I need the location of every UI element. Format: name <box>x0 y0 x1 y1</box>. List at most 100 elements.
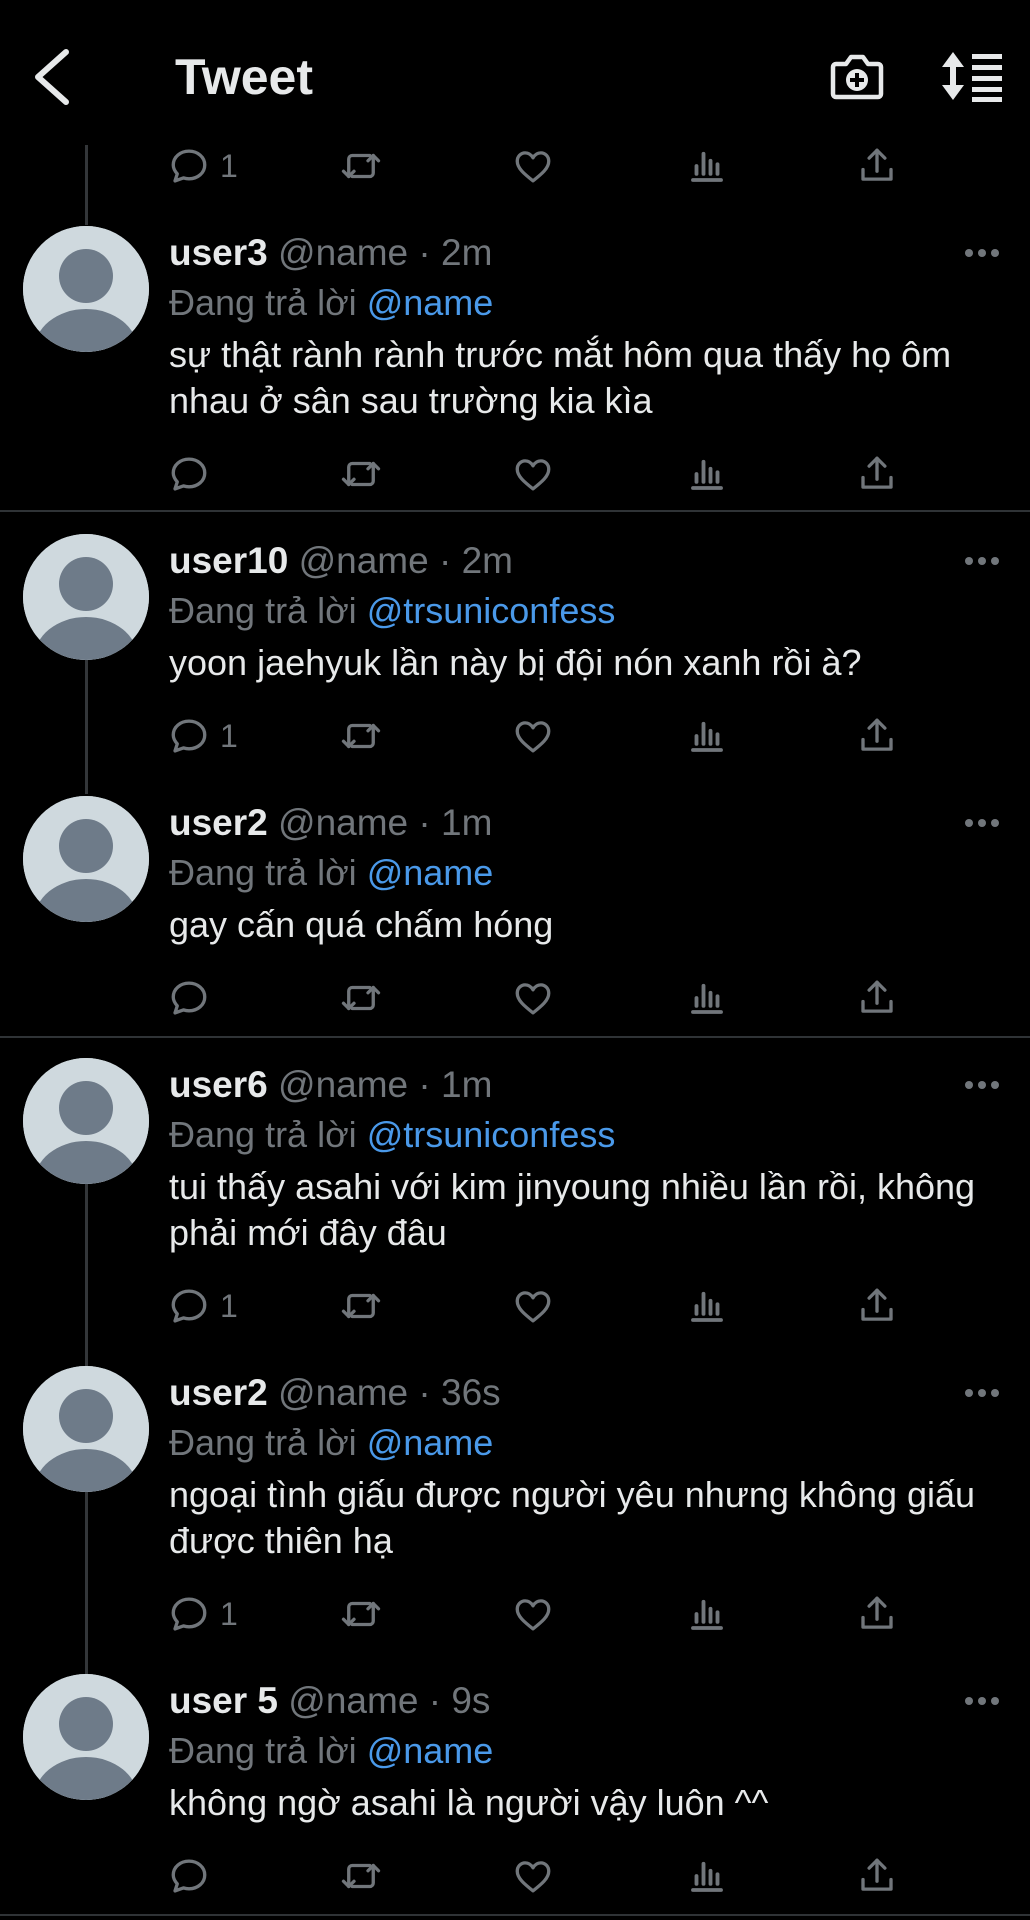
replying-to-label: Đang trả lời <box>169 282 357 323</box>
more-options-button[interactable] <box>962 1070 1002 1100</box>
view-stats-button[interactable] <box>686 1850 728 1902</box>
reply-button[interactable]: 1 <box>168 710 238 762</box>
retweet-icon <box>341 1293 381 1319</box>
share-button[interactable] <box>856 448 898 500</box>
retweet-button[interactable] <box>340 972 382 1024</box>
handle: @name <box>278 1372 409 1413</box>
timestamp: 36s <box>441 1372 501 1413</box>
reply-count: 1 <box>220 1287 238 1324</box>
bar-chart-icon <box>691 1291 723 1322</box>
share-icon <box>861 1288 893 1321</box>
share-button[interactable] <box>856 140 898 192</box>
mention-link[interactable]: @trsuniconfess <box>367 1114 616 1155</box>
tweet-body: user10 @name · 2m Đang trả lời @trsunico… <box>169 534 1010 686</box>
share-button[interactable] <box>856 1850 898 1902</box>
share-button[interactable] <box>856 1280 898 1332</box>
timestamp: 9s <box>451 1680 491 1721</box>
like-button[interactable] <box>512 140 554 192</box>
mention-link[interactable]: @name <box>367 1730 494 1771</box>
view-stats-button[interactable] <box>686 448 728 500</box>
like-button[interactable] <box>512 1280 554 1332</box>
retweet-button[interactable] <box>340 1588 382 1640</box>
share-icon <box>861 1596 893 1629</box>
username[interactable]: user2 <box>169 802 268 843</box>
username[interactable]: user 5 <box>169 1680 278 1721</box>
like-button[interactable] <box>512 1850 554 1902</box>
heart-icon <box>515 459 551 491</box>
view-stats-button[interactable] <box>686 140 728 192</box>
avatar[interactable] <box>23 1058 149 1184</box>
tweet-text: tui thấy asahi với kim jinyoung nhiều lầ… <box>169 1166 976 1253</box>
reply-button[interactable]: 1 <box>168 140 238 192</box>
back-button[interactable] <box>30 46 74 108</box>
more-dots-icon <box>965 819 999 827</box>
view-stats-button[interactable] <box>686 1588 728 1640</box>
username[interactable]: user10 <box>169 540 288 581</box>
avatar[interactable] <box>23 534 149 660</box>
reply-icon <box>171 1859 207 1893</box>
more-options-button[interactable] <box>962 808 1002 838</box>
retweet-button[interactable] <box>340 1280 382 1332</box>
tweet-actions: 1 <box>0 1280 1030 1332</box>
reply-count: 1 <box>220 1595 238 1632</box>
view-stats-button[interactable] <box>686 972 728 1024</box>
reply-button[interactable] <box>168 1850 220 1902</box>
header: Tweet <box>0 0 1030 145</box>
share-button[interactable] <box>856 710 898 762</box>
like-button[interactable] <box>512 1588 554 1640</box>
retweet-button[interactable] <box>340 140 382 192</box>
share-button[interactable] <box>856 1588 898 1640</box>
default-avatar-icon <box>23 1366 149 1492</box>
more-options-button[interactable] <box>962 1686 1002 1716</box>
avatar[interactable] <box>23 1674 149 1800</box>
tweet-text: ngoại tình giấu được người yêu nhưng khô… <box>169 1474 976 1561</box>
tweet-meta: user2 @name · 36s <box>169 1366 1010 1420</box>
handle: @name <box>278 232 409 273</box>
page-title: Tweet <box>175 49 313 105</box>
avatar[interactable] <box>23 796 149 922</box>
share-icon <box>861 718 893 751</box>
tweet-body: user 5 @name · 9s Đang trả lời @name khô… <box>169 1674 1010 1826</box>
username[interactable]: user6 <box>169 1064 268 1105</box>
retweet-icon <box>341 153 381 179</box>
more-dots-icon <box>965 1081 999 1089</box>
mention-link[interactable]: @trsuniconfess <box>367 590 616 631</box>
tweet-text: không ngờ asahi là người vậy luôn ^^ <box>169 1782 769 1823</box>
separator-dot: · <box>439 540 452 581</box>
more-dots-icon <box>965 1697 999 1705</box>
share-button[interactable] <box>856 972 898 1024</box>
retweet-button[interactable] <box>340 710 382 762</box>
thread-line <box>85 1492 88 1674</box>
tweet-body: user2 @name · 1m Đang trả lời @name gay … <box>169 796 1010 948</box>
view-stats-button[interactable] <box>686 1280 728 1332</box>
reply-button[interactable]: 1 <box>168 1280 238 1332</box>
avatar[interactable] <box>23 226 149 352</box>
reply-count: 1 <box>220 717 238 754</box>
camera-button[interactable] <box>830 50 884 102</box>
username[interactable]: user3 <box>169 232 268 273</box>
username[interactable]: user2 <box>169 1372 268 1413</box>
reply-button[interactable] <box>168 448 220 500</box>
more-options-button[interactable] <box>962 546 1002 576</box>
like-button[interactable] <box>512 710 554 762</box>
mention-link[interactable]: @name <box>367 282 494 323</box>
avatar[interactable] <box>23 1366 149 1492</box>
sort-button[interactable] <box>940 50 1004 102</box>
reply-button[interactable] <box>168 972 220 1024</box>
retweet-button[interactable] <box>340 448 382 500</box>
tweet-text: sự thật rành rành trước mắt hôm qua thấy… <box>169 334 952 421</box>
tweet-actions <box>0 448 1030 500</box>
mention-link[interactable]: @name <box>367 1422 494 1463</box>
retweet-button[interactable] <box>340 1850 382 1902</box>
heart-icon <box>515 721 551 753</box>
more-options-button[interactable] <box>962 1378 1002 1408</box>
more-options-button[interactable] <box>962 238 1002 268</box>
replying-to: Đang trả lời @name <box>169 850 1010 896</box>
handle: @name <box>298 540 429 581</box>
like-button[interactable] <box>512 972 554 1024</box>
divider <box>0 510 1030 512</box>
mention-link[interactable]: @name <box>367 852 494 893</box>
view-stats-button[interactable] <box>686 710 728 762</box>
like-button[interactable] <box>512 448 554 500</box>
reply-button[interactable]: 1 <box>168 1588 238 1640</box>
